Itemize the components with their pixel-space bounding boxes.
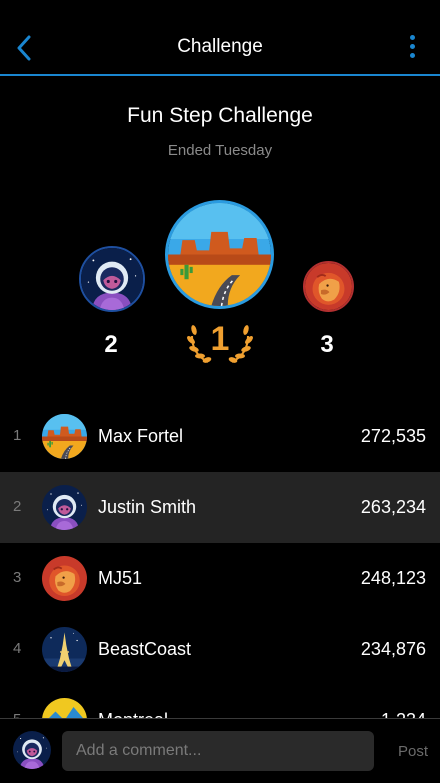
leaderboard-row[interactable]: 4 BeastCoast 234,876 bbox=[0, 614, 440, 685]
leaderboard-list: 1 Max Fortel 272,535 2 Justin Smith 263,… bbox=[0, 401, 440, 756]
astronaut-avatar-icon bbox=[13, 731, 51, 769]
row-rank: 1 bbox=[13, 427, 22, 444]
row-steps: 234,876 bbox=[360, 639, 426, 659]
leaderboard-row-current-user[interactable]: 2 Justin Smith 263,234 bbox=[0, 472, 440, 543]
top-app-bar: Challenge bbox=[0, 0, 440, 76]
second-place-avatar[interactable] bbox=[79, 246, 145, 312]
leaderboard-row[interactable]: 3 MJ51 248,123 bbox=[0, 543, 440, 614]
challenge-name: Fun Step Challenge bbox=[127, 104, 313, 127]
desert-road-avatar-icon bbox=[168, 203, 271, 306]
row-name: BeastCoast bbox=[98, 639, 192, 659]
second-place-rank: 2 bbox=[104, 331, 118, 358]
astronaut-avatar-icon bbox=[42, 485, 87, 530]
challenge-status: Ended Tuesday bbox=[167, 142, 273, 159]
third-place-rank: 3 bbox=[320, 331, 334, 358]
more-vertical-icon-dot bbox=[409, 53, 415, 58]
eiffel-tower-avatar-icon bbox=[42, 627, 87, 672]
row-rank: 2 bbox=[13, 498, 22, 515]
row-rank: 4 bbox=[13, 640, 22, 657]
lion-avatar-icon bbox=[305, 263, 352, 310]
post-button[interactable]: Post bbox=[398, 743, 428, 760]
leaderboard-row[interactable]: 1 Max Fortel 272,535 bbox=[0, 401, 440, 472]
first-place-avatar[interactable] bbox=[165, 200, 274, 309]
row-name: MJ51 bbox=[98, 568, 143, 588]
row-steps: 248,123 bbox=[360, 568, 426, 588]
more-vertical-icon bbox=[409, 35, 415, 40]
row-name: Max Fortel bbox=[98, 426, 184, 446]
desert-road-avatar-icon bbox=[42, 414, 87, 459]
user-avatar bbox=[13, 731, 51, 769]
third-place-avatar[interactable] bbox=[303, 261, 354, 312]
astronaut-avatar-icon bbox=[81, 248, 143, 310]
row-steps: 263,234 bbox=[360, 497, 426, 517]
row-rank: 3 bbox=[13, 569, 22, 586]
row-name: Justin Smith bbox=[98, 497, 197, 517]
comment-bar: Post bbox=[0, 718, 440, 783]
more-options-button[interactable] bbox=[406, 35, 418, 63]
first-place-rank: 1 bbox=[210, 320, 230, 358]
row-steps: 272,535 bbox=[360, 426, 426, 446]
more-vertical-icon-dot bbox=[409, 44, 415, 49]
first-place-badge: 1 bbox=[186, 314, 254, 366]
comment-input[interactable] bbox=[62, 731, 374, 771]
lion-avatar-icon bbox=[42, 556, 87, 601]
page-title: Challenge bbox=[177, 36, 263, 57]
